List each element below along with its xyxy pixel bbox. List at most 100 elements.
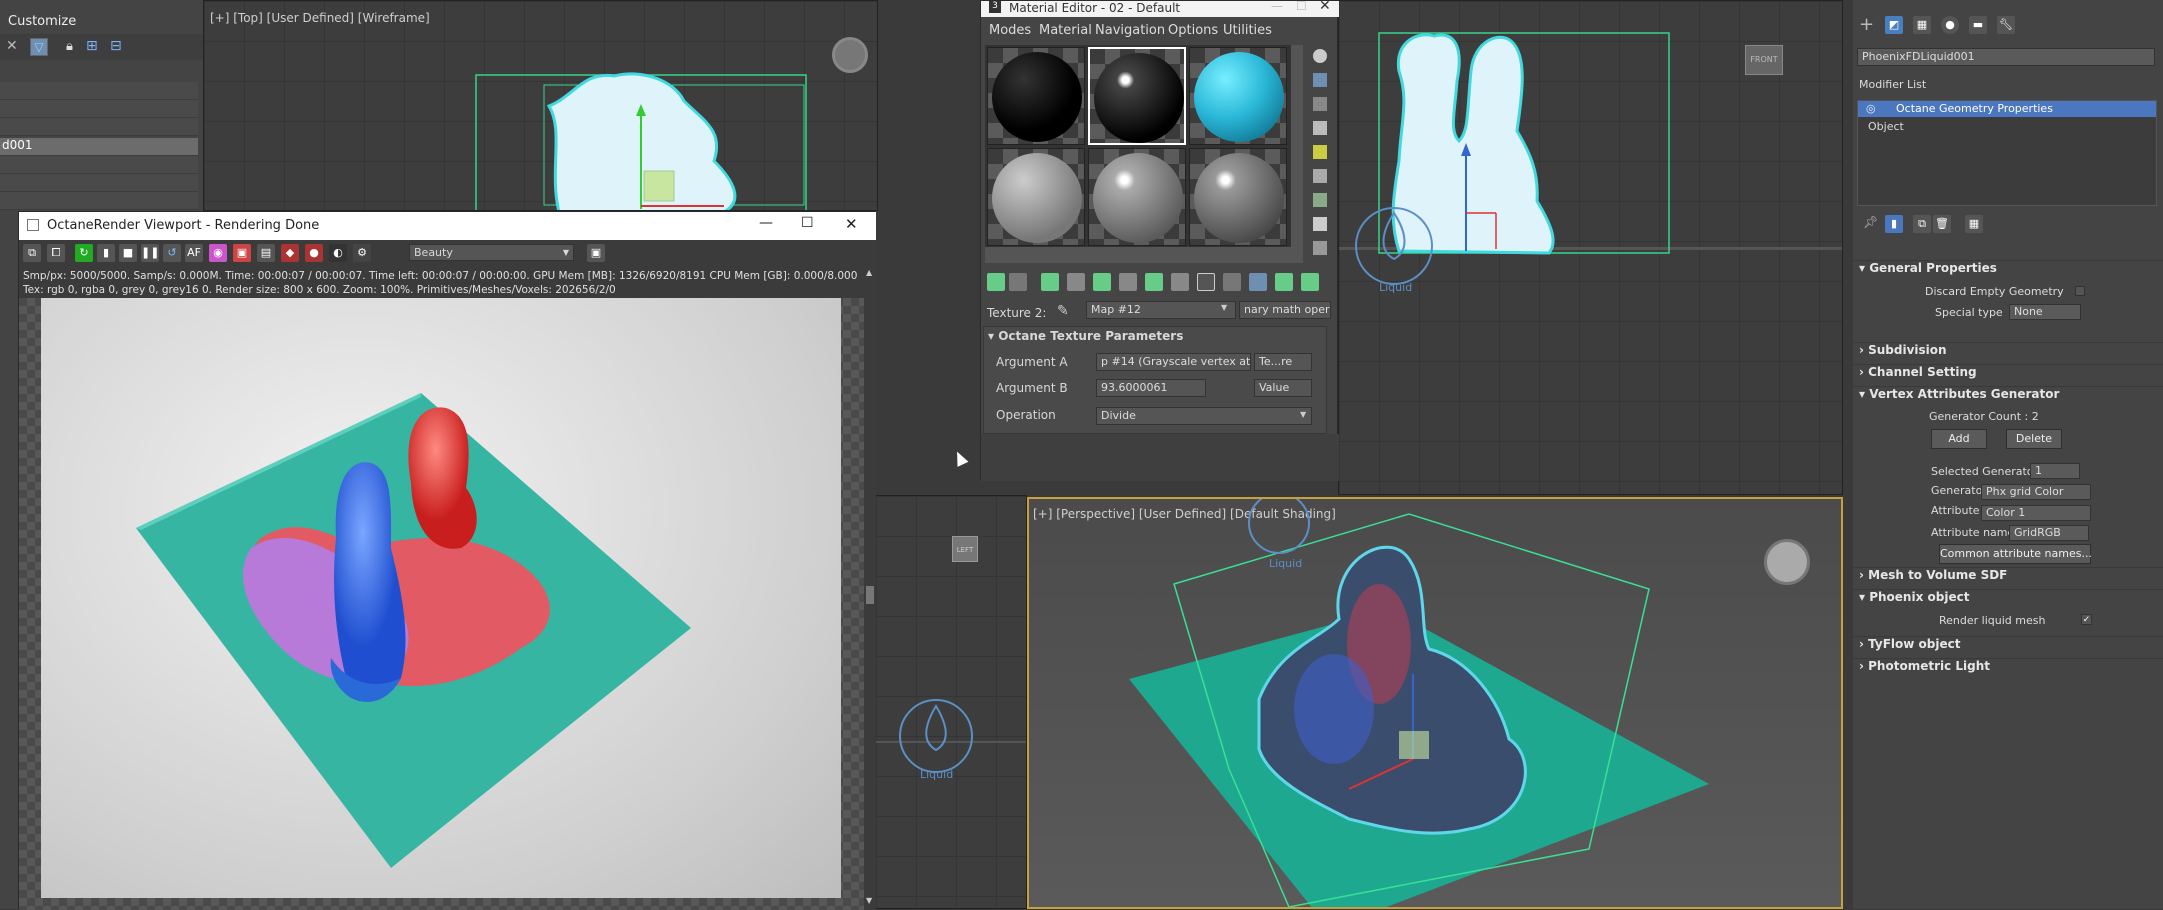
settings-gear-icon[interactable]: ⚙ bbox=[353, 244, 371, 262]
remove-modifier-icon[interactable]: 🗑︎ bbox=[1933, 215, 1951, 233]
delete-generator-button[interactable]: Delete bbox=[2006, 429, 2062, 449]
assign-material-icon[interactable] bbox=[1041, 273, 1059, 291]
rollout-mesh-to-volume[interactable]: › Mesh to Volume SDF bbox=[1853, 567, 2163, 587]
selected-generator-spinner[interactable]: 1 bbox=[2030, 463, 2080, 479]
special-type-select[interactable]: None bbox=[2009, 304, 2081, 320]
rollout-vertex-attributes-generator[interactable]: ▾ Vertex Attributes Generator bbox=[1853, 386, 2163, 406]
eyedropper-icon[interactable]: ✎ bbox=[1057, 303, 1069, 319]
menu-utilities[interactable]: Utilities bbox=[1223, 23, 1272, 38]
list-item[interactable] bbox=[0, 100, 198, 118]
add-generator-button[interactable]: Add bbox=[1931, 429, 1987, 449]
arg-a-mode-select[interactable]: Te...re bbox=[1254, 353, 1312, 371]
close-icon[interactable]: ✕ bbox=[845, 215, 858, 233]
camera-icon[interactable]: ◐ bbox=[329, 244, 347, 262]
options-icon[interactable] bbox=[1313, 193, 1327, 207]
lock-icon[interactable]: 🔒︎ bbox=[66, 39, 73, 54]
maximize-icon[interactable]: ☐ bbox=[1296, 0, 1307, 13]
put-to-scene-icon[interactable] bbox=[1009, 273, 1027, 291]
layers-icon[interactable]: ⊟ bbox=[110, 38, 122, 54]
object-name-input[interactable]: PhoenixFDLiquid001 bbox=[1857, 48, 2155, 66]
sample-slot-5[interactable] bbox=[1088, 148, 1186, 246]
sample-slot-3[interactable] bbox=[1189, 47, 1287, 145]
go-forward-sibling-icon[interactable] bbox=[1275, 273, 1293, 291]
video-check-icon[interactable] bbox=[1313, 145, 1327, 159]
autofocus-icon[interactable]: AF bbox=[185, 244, 203, 262]
material-navigator-icon[interactable] bbox=[1313, 241, 1327, 255]
render-liquid-mesh-checkbox[interactable]: ✓ bbox=[2081, 614, 2092, 625]
make-preview-icon[interactable] bbox=[1313, 169, 1327, 183]
film-region-icon[interactable]: ▤ bbox=[257, 244, 275, 262]
copy-icon[interactable]: ⧉ bbox=[23, 244, 41, 262]
go-to-parent-icon[interactable] bbox=[1249, 273, 1267, 291]
slots-hscrollbar[interactable] bbox=[985, 247, 1303, 263]
common-attribute-names-button[interactable]: Common attribute names... bbox=[1939, 544, 2092, 564]
make-unique-icon[interactable]: ⧉ bbox=[1913, 215, 1931, 233]
menu-options[interactable]: Options bbox=[1168, 23, 1218, 38]
menu-modes[interactable]: Modes bbox=[989, 23, 1031, 38]
scroll-thumb[interactable] bbox=[866, 586, 874, 604]
render-scrollbar[interactable]: ▲ ▼ bbox=[864, 266, 876, 910]
stop-icon[interactable]: ■ bbox=[119, 244, 137, 262]
get-material-icon[interactable] bbox=[987, 273, 1005, 291]
stack-item-object[interactable]: Object bbox=[1858, 119, 2156, 135]
show-shaded-icon[interactable] bbox=[1197, 273, 1215, 291]
rollout-general-properties[interactable]: ▾ General Properties bbox=[1853, 260, 2163, 280]
show-end-result-icon[interactable]: ▮ bbox=[1885, 215, 1903, 233]
copy-material-icon[interactable] bbox=[1093, 273, 1111, 291]
viewcube-icon[interactable] bbox=[832, 37, 868, 73]
chevron-down-icon[interactable]: ▼ bbox=[1221, 303, 1227, 312]
filter-icon[interactable]: ▽ bbox=[30, 38, 48, 56]
render-image[interactable] bbox=[41, 298, 841, 898]
region-render-icon[interactable]: ▣ bbox=[233, 244, 251, 262]
slots-scrollbar[interactable] bbox=[1291, 45, 1303, 247]
viewport-front[interactable]: Liquid FRONT bbox=[1338, 0, 1843, 495]
sample-slot-4[interactable] bbox=[987, 148, 1085, 246]
list-item[interactable] bbox=[0, 118, 198, 136]
attribute-name-input[interactable]: GridRGB bbox=[2009, 525, 2089, 541]
scroll-down-icon[interactable]: ▼ bbox=[866, 896, 872, 905]
rollout-channel-setting[interactable]: › Channel Setting bbox=[1853, 364, 2163, 384]
render-pass-select[interactable]: Beauty ▼ bbox=[409, 244, 574, 261]
list-item[interactable] bbox=[0, 192, 198, 210]
modifier-list-dropdown[interactable]: Modifier List bbox=[1859, 78, 1926, 91]
generator-select[interactable]: Phx grid Color bbox=[1981, 484, 2091, 500]
color-picker-icon[interactable]: ◉ bbox=[209, 244, 227, 262]
sample-slot-1[interactable] bbox=[987, 47, 1085, 145]
scroll-up-icon[interactable]: ▲ bbox=[866, 268, 872, 277]
utilities-tab-icon[interactable]: 🔧︎ bbox=[1997, 16, 2015, 34]
discard-empty-checkbox[interactable] bbox=[2075, 286, 2085, 296]
menu-navigation[interactable]: Navigation bbox=[1095, 23, 1165, 38]
material-id-icon[interactable] bbox=[1171, 273, 1189, 291]
minimize-icon[interactable]: — bbox=[759, 215, 773, 231]
viewcube-icon[interactable]: FRONT bbox=[1745, 45, 1783, 75]
refresh-icon[interactable]: ↻ bbox=[75, 244, 93, 262]
arg-a-map-button[interactable]: p #14 (Grayscale vertex attribu bbox=[1096, 353, 1251, 371]
list-item[interactable] bbox=[0, 82, 198, 100]
restart-icon[interactable]: ↺ bbox=[163, 244, 181, 262]
viewport-top[interactable]: [+] [Top] [User Defined] [Wireframe] bbox=[203, 0, 878, 211]
viewport-perspective[interactable]: [+] [Perspective] [User Defined] [Defaul… bbox=[1027, 497, 1843, 909]
display-tab-icon[interactable]: ▬ bbox=[1969, 16, 1987, 34]
close-icon[interactable]: ✕ bbox=[6, 38, 18, 54]
list-item-selected[interactable]: d001 bbox=[0, 138, 198, 156]
close-icon[interactable]: ✕ bbox=[1319, 0, 1331, 14]
material-picker-icon[interactable]: ◆ bbox=[281, 244, 299, 262]
minimize-icon[interactable]: — bbox=[1271, 0, 1283, 13]
sample-slot-2[interactable] bbox=[1088, 47, 1186, 145]
hierarchy-tab-icon[interactable]: ▦ bbox=[1913, 16, 1931, 34]
viewcube-icon[interactable] bbox=[1764, 539, 1810, 585]
texture-map-name[interactable]: Map #12 bbox=[1086, 301, 1236, 319]
pick-from-object-icon[interactable] bbox=[1301, 273, 1319, 291]
rollout-photometric-light[interactable]: › Photometric Light bbox=[1853, 658, 2163, 678]
reset-map-icon[interactable] bbox=[1067, 273, 1085, 291]
make-unique-icon[interactable] bbox=[1119, 273, 1137, 291]
create-tab-icon[interactable]: + bbox=[1859, 14, 1874, 35]
rollout-phoenix-object[interactable]: ▾ Phoenix object bbox=[1853, 589, 2163, 609]
pause-icon[interactable]: ❚❚ bbox=[141, 244, 159, 262]
sample-slot-6[interactable] bbox=[1189, 148, 1287, 246]
pin-stack-icon[interactable]: 📌︎ bbox=[1863, 215, 1878, 229]
uv-tiling-icon[interactable] bbox=[1313, 121, 1327, 135]
rollout-tyflow-object[interactable]: › TyFlow object bbox=[1853, 636, 2163, 656]
list-item[interactable] bbox=[0, 156, 198, 174]
texture-type-button[interactable]: nary math operati bbox=[1239, 301, 1331, 319]
